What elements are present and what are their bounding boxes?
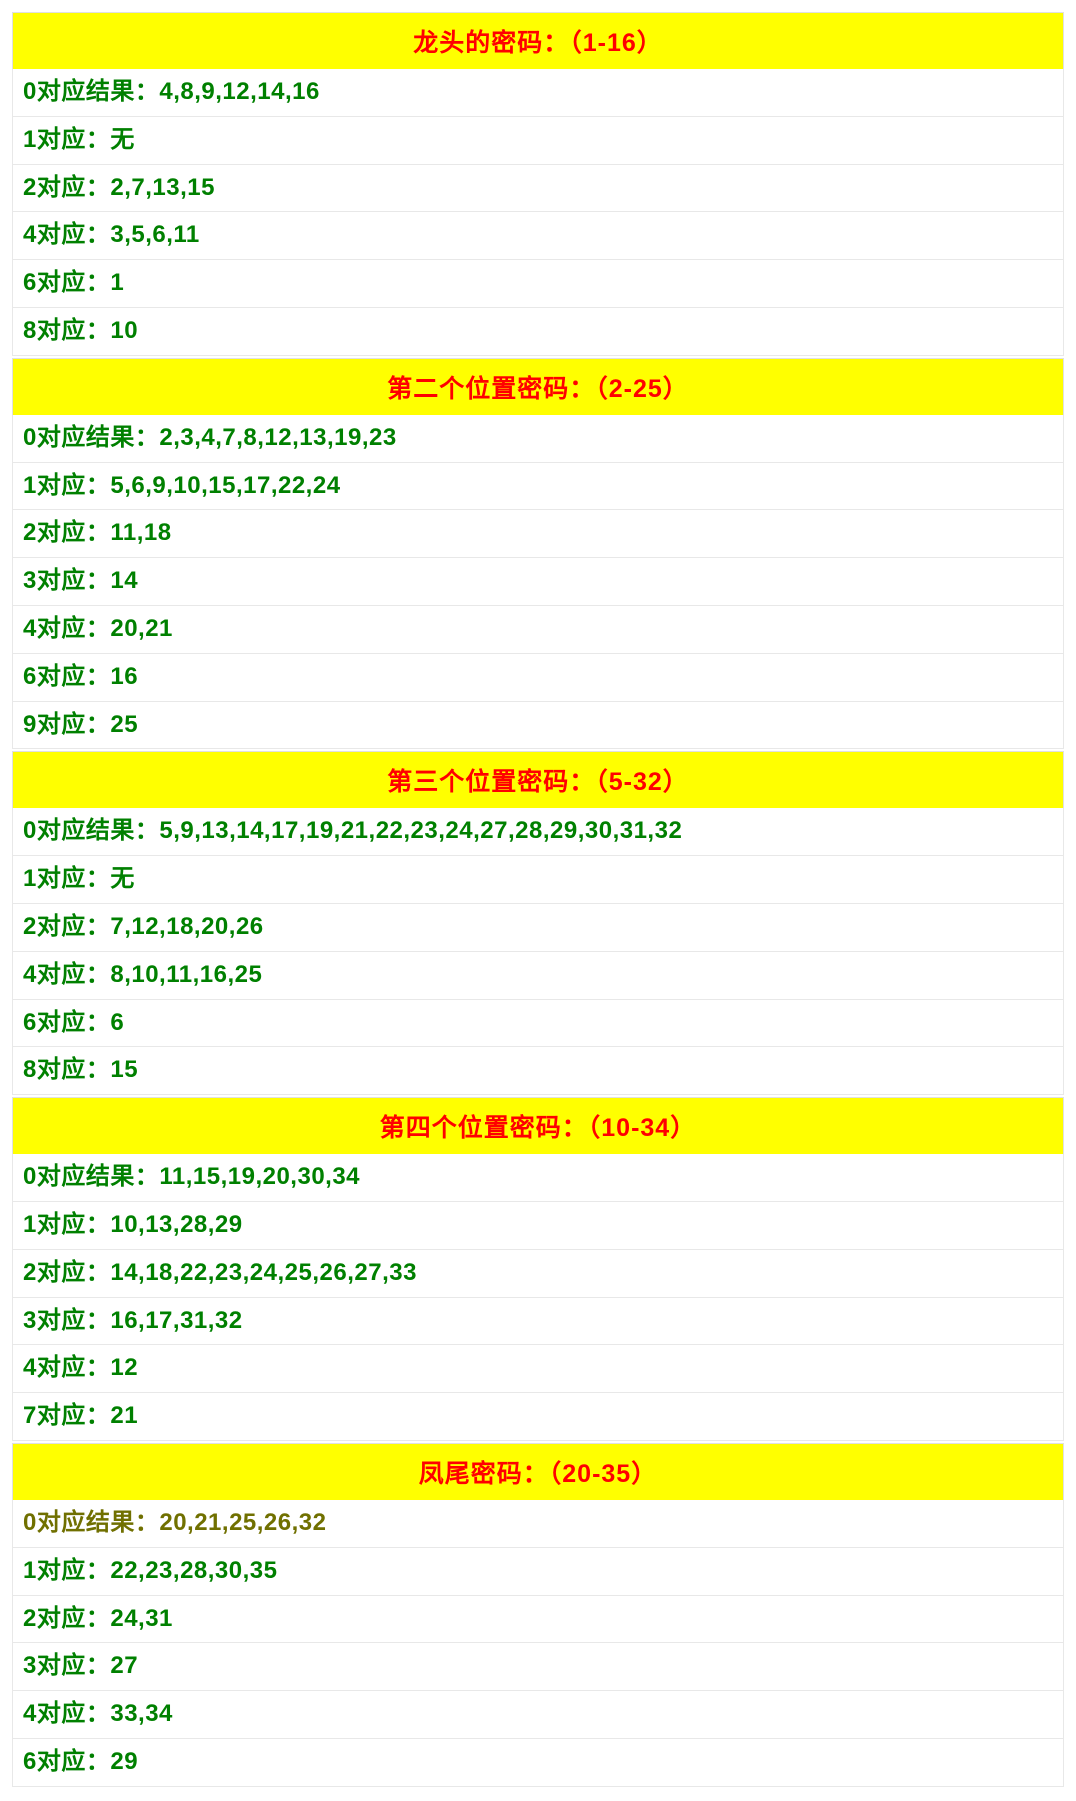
data-row: 2对应：11,18 — [12, 510, 1064, 558]
data-row: 0对应结果：2,3,4,7,8,12,13,19,23 — [12, 415, 1064, 463]
section-header: 凤尾密码：（20-35） — [12, 1443, 1064, 1500]
data-row: 6对应：6 — [12, 1000, 1064, 1048]
data-row: 6对应：1 — [12, 260, 1064, 308]
section-4: 凤尾密码：（20-35）0对应结果：20,21,25,26,321对应：22,2… — [12, 1443, 1064, 1787]
data-row: 1对应：无 — [12, 856, 1064, 904]
section-1: 第二个位置密码：（2-25）0对应结果：2,3,4,7,8,12,13,19,2… — [12, 358, 1064, 750]
data-row: 0对应结果：11,15,19,20,30,34 — [12, 1154, 1064, 1202]
data-row: 3对应：27 — [12, 1643, 1064, 1691]
data-row: 2对应：7,12,18,20,26 — [12, 904, 1064, 952]
data-row: 4对应：12 — [12, 1345, 1064, 1393]
code-table: 龙头的密码：（1-16）0对应结果：4,8,9,12,14,161对应：无2对应… — [12, 12, 1064, 1787]
data-row: 0对应结果：20,21,25,26,32 — [12, 1500, 1064, 1548]
data-row: 3对应：14 — [12, 558, 1064, 606]
data-row: 1对应：5,6,9,10,15,17,22,24 — [12, 463, 1064, 511]
data-row: 2对应：24,31 — [12, 1596, 1064, 1644]
section-header: 第四个位置密码：（10-34） — [12, 1097, 1064, 1154]
data-row: 4对应：20,21 — [12, 606, 1064, 654]
data-row: 0对应结果：5,9,13,14,17,19,21,22,23,24,27,28,… — [12, 808, 1064, 856]
data-row: 4对应：3,5,6,11 — [12, 212, 1064, 260]
data-row: 1对应：10,13,28,29 — [12, 1202, 1064, 1250]
section-3: 第四个位置密码：（10-34）0对应结果：11,15,19,20,30,341对… — [12, 1097, 1064, 1441]
data-row: 8对应：10 — [12, 308, 1064, 356]
data-row: 2对应：14,18,22,23,24,25,26,27,33 — [12, 1250, 1064, 1298]
section-2: 第三个位置密码：（5-32）0对应结果：5,9,13,14,17,19,21,2… — [12, 751, 1064, 1095]
data-row: 1对应：22,23,28,30,35 — [12, 1548, 1064, 1596]
section-header: 龙头的密码：（1-16） — [12, 12, 1064, 69]
data-row: 4对应：8,10,11,16,25 — [12, 952, 1064, 1000]
data-row: 2对应：2,7,13,15 — [12, 165, 1064, 213]
data-row: 6对应：16 — [12, 654, 1064, 702]
section-header: 第三个位置密码：（5-32） — [12, 751, 1064, 808]
data-row: 1对应：无 — [12, 117, 1064, 165]
data-row: 4对应：33,34 — [12, 1691, 1064, 1739]
data-row: 6对应：29 — [12, 1739, 1064, 1787]
data-row: 9对应：25 — [12, 702, 1064, 750]
section-header: 第二个位置密码：（2-25） — [12, 358, 1064, 415]
data-row: 3对应：16,17,31,32 — [12, 1298, 1064, 1346]
data-row: 8对应：15 — [12, 1047, 1064, 1095]
data-row: 0对应结果：4,8,9,12,14,16 — [12, 69, 1064, 117]
section-0: 龙头的密码：（1-16）0对应结果：4,8,9,12,14,161对应：无2对应… — [12, 12, 1064, 356]
data-row: 7对应：21 — [12, 1393, 1064, 1441]
